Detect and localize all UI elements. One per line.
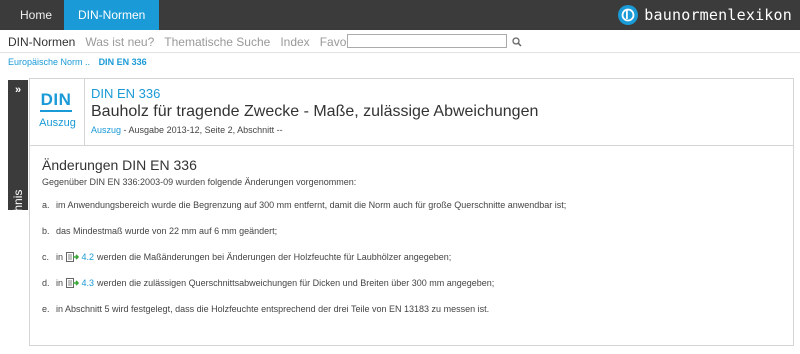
document-link-icon[interactable] bbox=[65, 278, 79, 288]
top-nav: Home DIN-Normen bbox=[8, 0, 160, 30]
brand-name: baunormenlexikon bbox=[644, 6, 792, 24]
document-meta: Auszug - Ausgabe 2013-12, Seite 2, Absch… bbox=[91, 125, 283, 135]
changes-intro: Gegenüber DIN EN 336:2003-09 wurden folg… bbox=[42, 177, 357, 187]
changes-heading: Änderungen DIN EN 336 bbox=[42, 157, 197, 173]
breadcrumb: Europäische Norm .. DIN EN 336 bbox=[8, 57, 147, 67]
meta-details: - Ausgabe 2013-12, Seite 2, Abschnitt -- bbox=[121, 125, 283, 135]
list-item-text: werden die zulässigen Querschnittsabweic… bbox=[97, 278, 495, 288]
subnav-index[interactable]: Index bbox=[280, 35, 309, 49]
list-item-letter: b. bbox=[42, 226, 50, 236]
section-link[interactable]: 4.2 bbox=[82, 252, 95, 262]
list-item: d. in 4.3 werden die zulässigen Querschn… bbox=[42, 278, 494, 288]
brand-logo[interactable]: baunormenlexikon bbox=[618, 4, 792, 26]
din-logo-rule bbox=[40, 110, 72, 112]
toc-label: Inhaltsverzeichnis bbox=[11, 189, 25, 285]
document-number: DIN EN 336 bbox=[91, 86, 161, 101]
subnav-thematische-suche[interactable]: Thematische Suche bbox=[164, 35, 270, 49]
din-logo: DIN Auszug bbox=[30, 79, 85, 145]
subnav-was-ist-neu[interactable]: Was ist neu? bbox=[85, 35, 154, 49]
document-header: DIN Auszug DIN EN 336 Bauholz für tragen… bbox=[30, 79, 793, 146]
tab-home[interactable]: Home bbox=[8, 0, 64, 30]
list-item-text: im Anwendungsbereich wurde die Begrenzun… bbox=[56, 200, 567, 210]
search-box bbox=[347, 34, 523, 49]
divider bbox=[0, 52, 800, 53]
list-item-text: in Abschnitt 5 wird festgelegt, dass die… bbox=[56, 304, 490, 314]
sub-nav: DIN-Normen Was ist neu? Thematische Such… bbox=[8, 34, 380, 50]
toc-sidetab[interactable]: » Inhaltsverzeichnis bbox=[8, 80, 28, 285]
search-icon[interactable] bbox=[511, 35, 523, 47]
brand-icon bbox=[618, 5, 639, 25]
list-item-letter: d. bbox=[42, 278, 50, 288]
tab-din-normen[interactable]: DIN-Normen bbox=[64, 0, 160, 30]
list-item: c. in 4.2 werden die Maßänderungen bei Ä… bbox=[42, 252, 451, 262]
list-item: e. in Abschnitt 5 wird festgelegt, dass … bbox=[42, 304, 489, 314]
list-item: a. im Anwendungsbereich wurde die Begren… bbox=[42, 200, 566, 210]
list-item-text: das Mindestmaß wurde von 22 mm auf 6 mm … bbox=[56, 226, 278, 236]
din-mark: DIN bbox=[40, 91, 72, 112]
list-item: b. das Mindestmaß wurde von 22 mm auf 6 … bbox=[42, 226, 277, 236]
document-link-icon[interactable] bbox=[65, 252, 79, 262]
document-title: Bauholz für tragende Zwecke - Maße, zulä… bbox=[91, 103, 539, 120]
list-item-letter: a. bbox=[42, 200, 50, 210]
document-panel: DIN Auszug DIN EN 336 Bauholz für tragen… bbox=[29, 78, 794, 346]
expand-arrow-icon: » bbox=[14, 84, 22, 96]
search-input[interactable] bbox=[347, 34, 507, 48]
meta-auszug-link[interactable]: Auszug bbox=[91, 125, 121, 135]
breadcrumb-current[interactable]: DIN EN 336 bbox=[99, 57, 147, 67]
list-item-letter: e. bbox=[42, 304, 50, 314]
section-link[interactable]: 4.3 bbox=[82, 278, 95, 288]
din-logo-text: DIN bbox=[40, 90, 72, 109]
subnav-din-normen[interactable]: DIN-Normen bbox=[8, 35, 75, 49]
list-item-prefix: in bbox=[56, 252, 64, 262]
breadcrumb-parent[interactable]: Europäische Norm .. bbox=[8, 57, 90, 67]
breadcrumb-separator bbox=[93, 57, 96, 67]
din-logo-sub: Auszug bbox=[39, 117, 76, 129]
top-bar: Home DIN-Normen baunormenlexikon bbox=[0, 0, 800, 30]
list-item-text: werden die Maßänderungen bei Änderungen … bbox=[97, 252, 452, 262]
list-item-prefix: in bbox=[56, 278, 64, 288]
list-item-letter: c. bbox=[42, 252, 50, 262]
